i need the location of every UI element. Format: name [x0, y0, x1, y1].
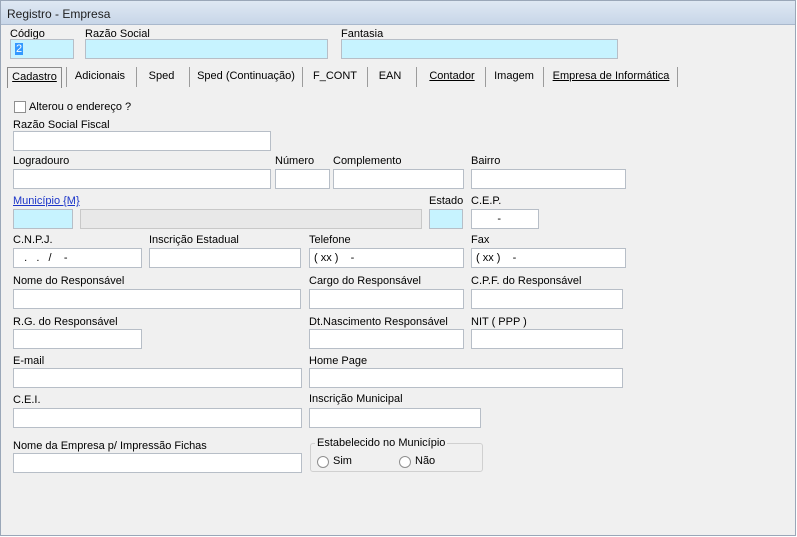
registro-empresa-window: Registro - Empresa Código 2 Razão Social… — [0, 0, 796, 536]
cei-field[interactable] — [13, 408, 302, 428]
alterou-endereco-checkbox[interactable] — [14, 101, 26, 113]
tab-separator — [485, 67, 486, 87]
nome-empresa-fichas-field[interactable] — [13, 453, 302, 473]
complemento-label: Complemento — [333, 155, 402, 167]
estado-field[interactable] — [429, 209, 463, 229]
razao-social-fiscal-field[interactable] — [13, 131, 271, 151]
logradouro-field[interactable] — [13, 169, 271, 189]
fantasia-field[interactable] — [341, 39, 618, 59]
tab-ean-label: EAN — [378, 70, 402, 82]
cpf-responsavel-field[interactable] — [471, 289, 623, 309]
bairro-label: Bairro — [471, 155, 501, 167]
fax-label: Fax — [471, 234, 490, 246]
municipio-link[interactable]: Município {M} — [13, 195, 80, 207]
tab-separator — [543, 67, 544, 87]
inscricao-estadual-field[interactable] — [149, 248, 301, 268]
codigo-value: 2 — [15, 43, 24, 55]
fax-field[interactable]: ( xx ) - — [471, 248, 626, 268]
rg-responsavel-label: R.G. do Responsável — [13, 316, 118, 328]
complemento-field[interactable] — [333, 169, 464, 189]
dt-nascimento-field[interactable] — [309, 329, 464, 349]
tab-bar: Cadastro Adicionais Sped Sped (Continuaç… — [5, 67, 790, 89]
tab-separator — [189, 67, 190, 87]
alterou-endereco-label: Alterou o endereço ? — [29, 101, 132, 113]
email-field[interactable] — [13, 368, 302, 388]
sim-radio[interactable] — [317, 456, 329, 468]
nao-label: Não — [415, 455, 436, 467]
home-page-field[interactable] — [309, 368, 623, 388]
telefone-field[interactable]: ( xx ) - — [309, 248, 464, 268]
numero-label: Número — [275, 155, 315, 167]
dt-nascimento-label: Dt.Nascimento Responsável — [309, 316, 448, 328]
nome-responsavel-field[interactable] — [13, 289, 301, 309]
cargo-responsavel-label: Cargo do Responsável — [309, 275, 421, 287]
tab-f-cont[interactable]: F_CONT — [305, 67, 365, 88]
cep-label: C.E.P. — [471, 195, 502, 207]
tab-contador-label: Contador — [429, 70, 475, 82]
cnpj-field[interactable]: . . / - — [13, 248, 142, 268]
razao-social-fiscal-label: Razão Social Fiscal — [13, 119, 110, 131]
telefone-label: Telefone — [309, 234, 351, 246]
tab-separator — [302, 67, 303, 87]
rg-responsavel-field[interactable] — [13, 329, 142, 349]
tab-adicionais-label: Adicionais — [74, 70, 126, 82]
cpf-responsavel-label: C.P.F. do Responsável — [471, 275, 582, 287]
estado-label: Estado — [429, 195, 464, 207]
tab-cadastro[interactable]: Cadastro — [7, 67, 62, 88]
tab-f-cont-label: F_CONT — [313, 70, 357, 82]
inscricao-municipal-field[interactable] — [309, 408, 481, 428]
municipio-name-field — [80, 209, 422, 229]
tab-separator — [136, 67, 137, 87]
tab-sped-label: Sped — [148, 70, 175, 82]
tab-empresa-informatica-label: Empresa de Informática — [552, 70, 670, 82]
tab-sped-continuacao-label: Sped (Continuação) — [197, 70, 295, 82]
window-title: Registro - Empresa — [7, 7, 111, 21]
tab-imagem[interactable]: Imagem — [488, 67, 540, 88]
tab-contador[interactable]: Contador — [421, 67, 483, 88]
email-label: E-mail — [13, 355, 45, 367]
cargo-responsavel-field[interactable] — [309, 289, 464, 309]
tab-sped-continuacao[interactable]: Sped (Continuação) — [192, 67, 300, 88]
tab-separator — [367, 67, 368, 87]
tab-imagem-label: Imagem — [494, 70, 534, 82]
estabelecido-label: Estabelecido no Município — [315, 437, 448, 449]
cei-label: C.E.I. — [13, 394, 41, 406]
numero-field[interactable] — [275, 169, 330, 189]
razao-social-field[interactable] — [85, 39, 328, 59]
logradouro-label: Logradouro — [13, 155, 70, 167]
home-page-label: Home Page — [309, 355, 368, 367]
inscricao-estadual-label: Inscrição Estadual — [149, 234, 239, 246]
sim-label: Sim — [333, 455, 352, 467]
codigo-field[interactable]: 2 — [10, 39, 74, 59]
nome-responsavel-label: Nome do Responsável — [13, 275, 125, 287]
nao-radio[interactable] — [399, 456, 411, 468]
nit-field[interactable] — [471, 329, 623, 349]
nome-empresa-fichas-label: Nome da Empresa p/ Impressão Fichas — [13, 440, 207, 452]
cnpj-label: C.N.P.J. — [13, 234, 53, 246]
bairro-field[interactable] — [471, 169, 626, 189]
nit-label: NIT ( PPP ) — [471, 316, 527, 328]
tab-adicionais[interactable]: Adicionais — [69, 67, 131, 88]
tab-separator — [66, 67, 67, 87]
tab-separator — [677, 67, 678, 87]
tab-sped[interactable]: Sped — [139, 67, 184, 88]
tab-empresa-informatica[interactable]: Empresa de Informática — [546, 67, 676, 88]
tab-ean[interactable]: EAN — [370, 67, 410, 88]
municipio-code-field[interactable] — [13, 209, 73, 229]
inscricao-municipal-label: Inscrição Municipal — [309, 393, 403, 405]
tab-separator — [416, 67, 417, 87]
tab-cadastro-label: Cadastro — [12, 71, 57, 83]
cep-field[interactable]: - — [471, 209, 539, 229]
title-bar: Registro - Empresa — [1, 1, 795, 25]
